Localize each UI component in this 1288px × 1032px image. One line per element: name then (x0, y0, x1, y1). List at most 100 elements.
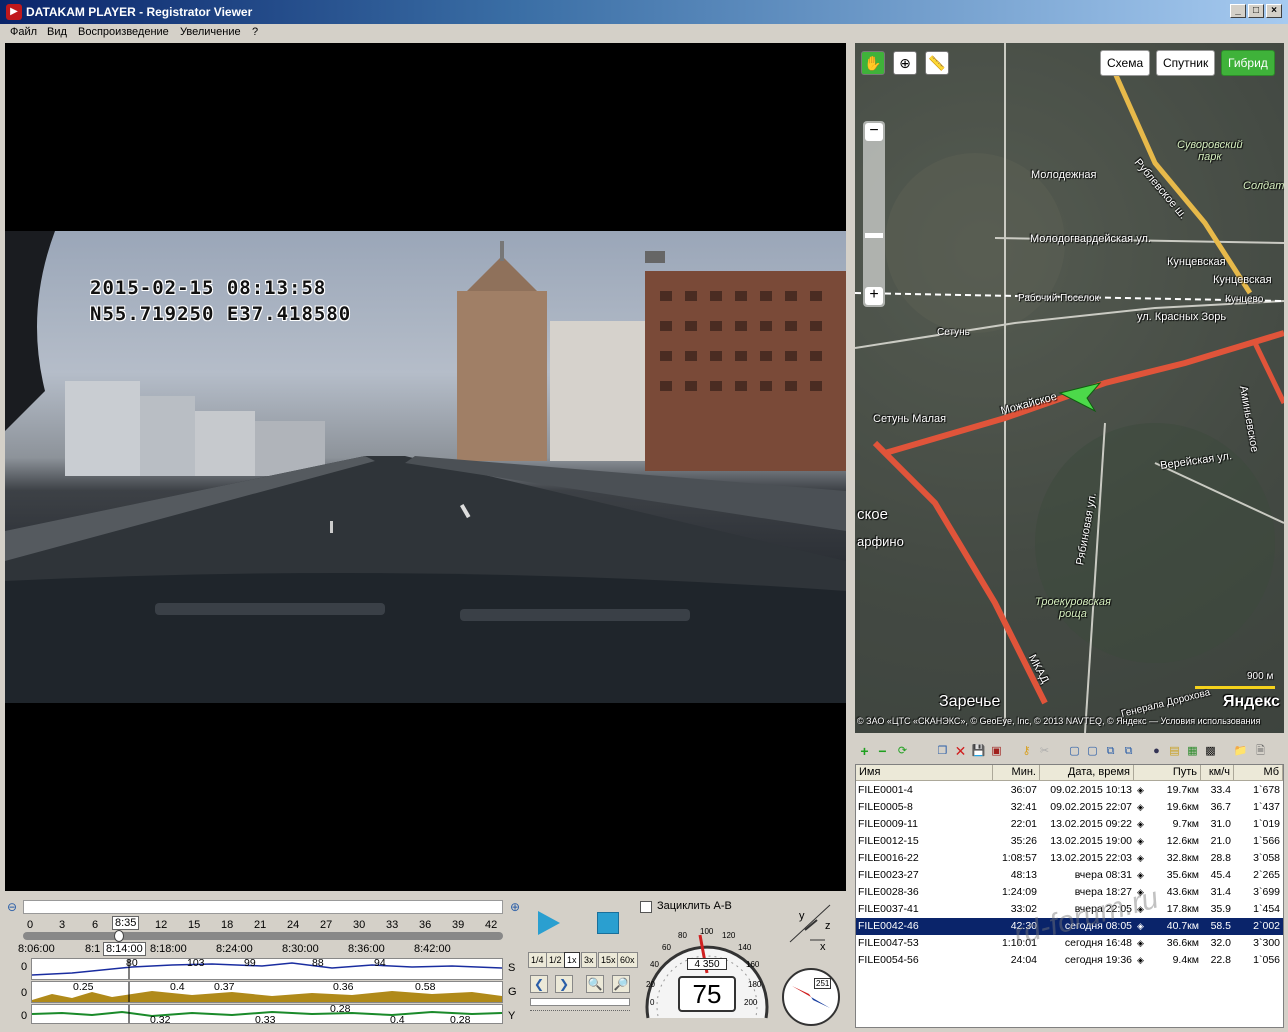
zoom-out-icon[interactable]: − (865, 123, 883, 141)
delete-icon[interactable]: ✕ (953, 744, 968, 759)
file-mb-cell: 1`437 (1253, 801, 1280, 813)
video-frame[interactable]: 2015-02-15 08:13:58 N55.719250 E37.41858… (5, 231, 846, 703)
loop-ab-checkbox[interactable] (640, 901, 652, 913)
map-label-krasnyh-zor: ул. Красных Зорь (1137, 311, 1227, 323)
route-map-icon: ◈ (1137, 802, 1144, 812)
map-mode-scheme[interactable]: Схема (1100, 50, 1151, 76)
next-frame-button[interactable]: ❯ (555, 975, 573, 993)
col-path[interactable]: Путь (1134, 765, 1201, 781)
timeline-track[interactable] (23, 932, 503, 940)
route-map-icon: ◈ (1137, 955, 1144, 965)
map-zoom-slider[interactable] (863, 121, 885, 307)
table-row[interactable]: FILE0054-56 24:04 сегодня 19:36 9.4км 22.8 1`… (856, 952, 1283, 969)
table-row[interactable]: FILE0016-22 1:08:57 13.02.2015 22:03 32.8км… (856, 850, 1283, 867)
table-row[interactable]: FILE0005-8 32:41 09.02.2015 22:07 19.6км 36.… (856, 799, 1283, 816)
refresh-icon[interactable]: ⟳ (895, 744, 910, 759)
zoom-in-icon[interactable]: + (865, 287, 883, 305)
file-path-cell: 40.7км (1166, 920, 1199, 932)
image-icon[interactable]: ▤ (1167, 744, 1182, 759)
maximize-button[interactable]: □ (1248, 4, 1264, 18)
zoom-small-icon[interactable]: 🔍 (586, 975, 604, 993)
menu-zoom[interactable]: Увеличение (180, 26, 241, 38)
speed-60x-button[interactable]: 60x (617, 952, 638, 968)
window-icon-2[interactable]: ▢ (1085, 744, 1100, 759)
photo-icon[interactable]: ▦ (1185, 744, 1200, 759)
speed-readout: 75 (678, 976, 736, 1012)
zoom-in-timeline-icon[interactable]: ⊕ (510, 900, 520, 914)
window-icon-1[interactable]: ▢ (1067, 744, 1082, 759)
tick-18: 18 (221, 919, 234, 931)
timeline-thumb[interactable] (114, 930, 124, 942)
col-min[interactable]: Мин. (993, 765, 1040, 781)
export-icon[interactable]: ▣ (989, 744, 1004, 759)
menu-playback[interactable]: Воспроизведение (78, 26, 169, 38)
map-label-arfino: арфино (857, 534, 904, 549)
stop-icon[interactable] (597, 912, 619, 934)
speed-half-button[interactable]: 1/2 (546, 952, 565, 968)
map-label-skoe: ское (857, 506, 888, 523)
zoom-slider-thumb[interactable] (865, 233, 883, 238)
map-mode-hybrid[interactable]: Гибрид (1221, 50, 1275, 76)
speed-val-5: 94 (374, 957, 386, 969)
g-val-5: 0.58 (415, 981, 436, 993)
file-datetime-cell: 13.02.2015 19:00 (1050, 835, 1132, 847)
volume-ticks (530, 1010, 630, 1016)
ruler-icon[interactable]: 📏 (925, 51, 949, 75)
pan-tool-icon[interactable]: ✋ (861, 51, 885, 75)
col-speed[interactable]: км/ч (1201, 765, 1234, 781)
menu-view[interactable]: Вид (47, 26, 67, 38)
play-icon[interactable] (538, 911, 560, 935)
col-name[interactable]: Имя (856, 765, 993, 781)
speed-quarter-button[interactable]: 1/4 (528, 952, 547, 968)
zoom-large-icon[interactable]: 🔎 (612, 975, 630, 993)
zoom-out-timeline-icon[interactable]: ⊖ (7, 900, 17, 914)
col-mb[interactable]: Мб (1234, 765, 1283, 781)
file-name-cell: FILE0042-46 (858, 920, 919, 932)
menu-file[interactable]: Файл (10, 26, 37, 38)
map-panel[interactable]: ✋ ⊕ 📏 Схема Спутник Гибрид − + Суворовск… (855, 43, 1284, 733)
g-graph-letter: G (508, 986, 517, 998)
save-icon[interactable]: 💾 (971, 744, 986, 759)
g-val-4: 0.36 (333, 981, 354, 993)
close-button[interactable]: × (1266, 4, 1282, 18)
key-icon[interactable]: ⚷ (1019, 744, 1034, 759)
speed-3x-button[interactable]: 3x (581, 952, 597, 968)
cut-icon[interactable]: ✂ (1037, 744, 1052, 759)
table-row[interactable]: FILE0009-11 22:01 13.02.2015 09:22 9.7км 31.… (856, 816, 1283, 833)
table-row[interactable]: FILE0023-27 48:13 вчера 08:31 35.6км 45.4 2`2… (856, 867, 1283, 884)
window-icon-4[interactable]: ⧉ (1121, 744, 1136, 759)
prev-frame-button[interactable]: ❮ (530, 975, 548, 993)
table-row[interactable]: FILE0028-36 1:24:09 вчера 18:27 43.6км 31.4 3… (856, 884, 1283, 901)
volume-slider[interactable] (530, 998, 630, 1006)
timeline-scrollbar[interactable] (23, 900, 503, 914)
file-datetime-cell: вчера 08:31 (1074, 869, 1132, 881)
window-icon-3[interactable]: ⧉ (1103, 744, 1118, 759)
copy-icon[interactable]: ❐ (935, 744, 950, 759)
speed-val-2: 103 (187, 957, 205, 969)
speed-val-1: 80 (126, 957, 138, 969)
col-datetime[interactable]: Дата, время (1040, 765, 1134, 781)
g-val-1: 0.25 (73, 981, 94, 993)
map-mode-satellite[interactable]: Спутник (1156, 50, 1216, 76)
table-row[interactable]: FILE0012-15 35:26 13.02.2015 19:00 12.6км 21… (856, 833, 1283, 850)
minimize-button[interactable]: _ (1230, 4, 1246, 18)
speed-graph[interactable] (31, 958, 503, 980)
y-graph-zero: 0 (21, 1010, 28, 1022)
file-table[interactable]: Имя Мин. Дата, время Путь км/ч Мб FILE00… (855, 764, 1284, 1028)
file-datetime-cell: 13.02.2015 22:03 (1050, 852, 1132, 864)
globe-icon[interactable]: ● (1149, 744, 1164, 759)
speed-1x-button[interactable]: 1x (564, 952, 580, 968)
speedo-tick-0: 0 (650, 998, 655, 1007)
folder-icon[interactable]: 📁 (1233, 744, 1248, 759)
menu-help[interactable]: ? (252, 26, 258, 38)
add-file-icon[interactable]: + (857, 744, 872, 759)
document-icon[interactable]: 🗎 (1253, 744, 1268, 759)
remove-file-icon[interactable]: − (875, 744, 890, 759)
file-name-cell: FILE0016-22 (858, 852, 919, 864)
timeline-area: ⊖ ⊕ 0 3 6 8:35 12 15 18 21 24 27 30 33 3… (5, 893, 525, 1028)
film-icon[interactable]: ▩ (1203, 744, 1218, 759)
zoom-area-icon[interactable]: ⊕ (893, 51, 917, 75)
table-row[interactable]: FILE0001-4 36:07 09.02.2015 10:13 19.7км 33.… (856, 782, 1283, 799)
map-label-zarechye: Заречье (939, 693, 1001, 710)
speed-15x-button[interactable]: 15x (598, 952, 619, 968)
